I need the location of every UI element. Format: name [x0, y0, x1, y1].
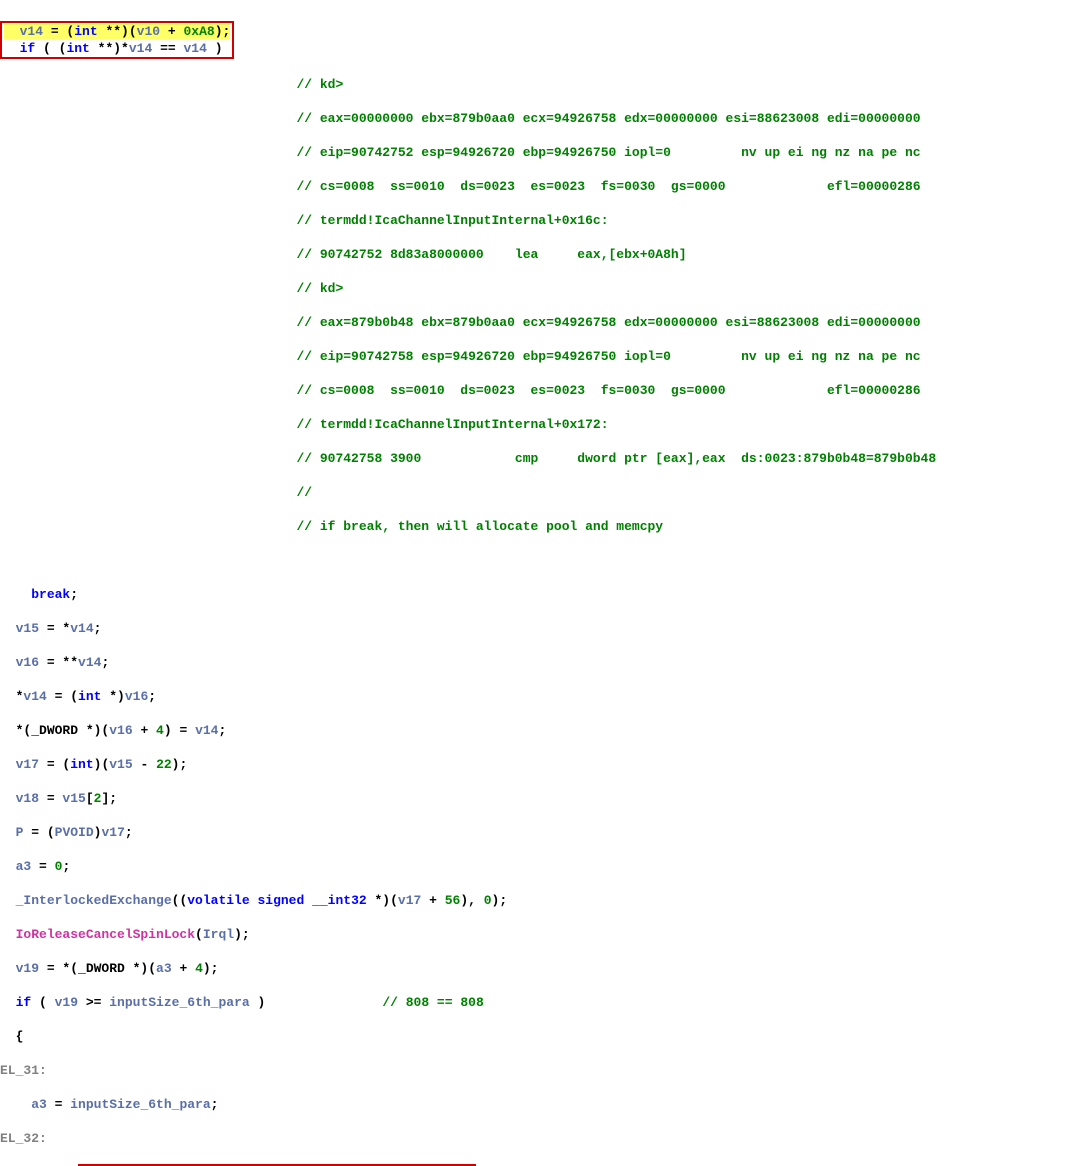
code-line: v19 = *(_DWORD *)(a3 + 4);: [0, 960, 1080, 977]
comment-line: //: [0, 484, 1080, 501]
decompiled-code-view: v14 = (int **)(v10 + 0xA8); if ( (int **…: [0, 0, 1080, 1166]
comment-line: // eax=879b0b48 ebx=879b0aa0 ecx=9492675…: [0, 314, 1080, 331]
code-line: a3 = 0;: [0, 858, 1080, 875]
comment-line: // termdd!IcaChannelInputInternal+0x16c:: [0, 212, 1080, 229]
comment-line: // termdd!IcaChannelInputInternal+0x172:: [0, 416, 1080, 433]
code-line: a3 = inputSize_6th_para;: [0, 1096, 1080, 1113]
comment-line: // cs=0008 ss=0010 ds=0023 es=0023 fs=00…: [0, 178, 1080, 195]
highlight-box-1: v14 = (int **)(v10 + 0xA8); if ( (int **…: [0, 21, 234, 59]
code-line: v16 = **v14;: [0, 654, 1080, 671]
code-line: v17 = (int)(v15 - 22);: [0, 756, 1080, 773]
code-line: _InterlockedExchange((volatile signed __…: [0, 892, 1080, 909]
code-line: {: [0, 1028, 1080, 1045]
comment-line: // eip=90742752 esp=94926720 ebp=9492675…: [0, 144, 1080, 161]
code-line: v18 = v15[2];: [0, 790, 1080, 807]
comment-line: // 90742752 8d83a8000000 lea eax,[ebx+0A…: [0, 246, 1080, 263]
code-line: *(_DWORD *)(v16 + 4) = v14;: [0, 722, 1080, 739]
comment-line: // cs=0008 ss=0010 ds=0023 es=0023 fs=00…: [0, 382, 1080, 399]
code-line: v15 = *v14;: [0, 620, 1080, 637]
comment-line: // eip=90742758 esp=94926720 ebp=9492675…: [0, 348, 1080, 365]
comment-line: // kd>: [0, 280, 1080, 297]
comment-line: // eax=00000000 ebx=879b0aa0 ecx=9492675…: [0, 110, 1080, 127]
comment-line: // kd>: [0, 76, 1080, 93]
code-line: break;: [0, 586, 1080, 603]
label-line: EL_32:: [0, 1130, 1080, 1147]
code-line: P = (PVOID)v17;: [0, 824, 1080, 841]
comment-line: // 90742758 3900 cmp dword ptr [eax],eax…: [0, 450, 1080, 467]
code-line: *v14 = (int *)v16;: [0, 688, 1080, 705]
code-line: v21 = _IcaCopyDataToUserBuffer((int)P, I…: [0, 1164, 1080, 1166]
code-line: if ( v19 >= inputSize_6th_para ) // 808 …: [0, 994, 1080, 1011]
code-line: IoReleaseCancelSpinLock(Irql);: [0, 926, 1080, 943]
blank-line: [0, 552, 1080, 569]
highlight-region: v14 = (int **)(v10 + 0xA8);: [4, 24, 230, 39]
comment-line: // if break, then will allocate pool and…: [0, 518, 1080, 535]
label-line: EL_31:: [0, 1062, 1080, 1079]
highlight-box-2: _IcaCopyDataToUserBuffer((int)P, InputBu…: [78, 1164, 476, 1166]
code-line: v14 = (int **)(v10 + 0xA8); if ( (int **…: [0, 21, 1080, 59]
